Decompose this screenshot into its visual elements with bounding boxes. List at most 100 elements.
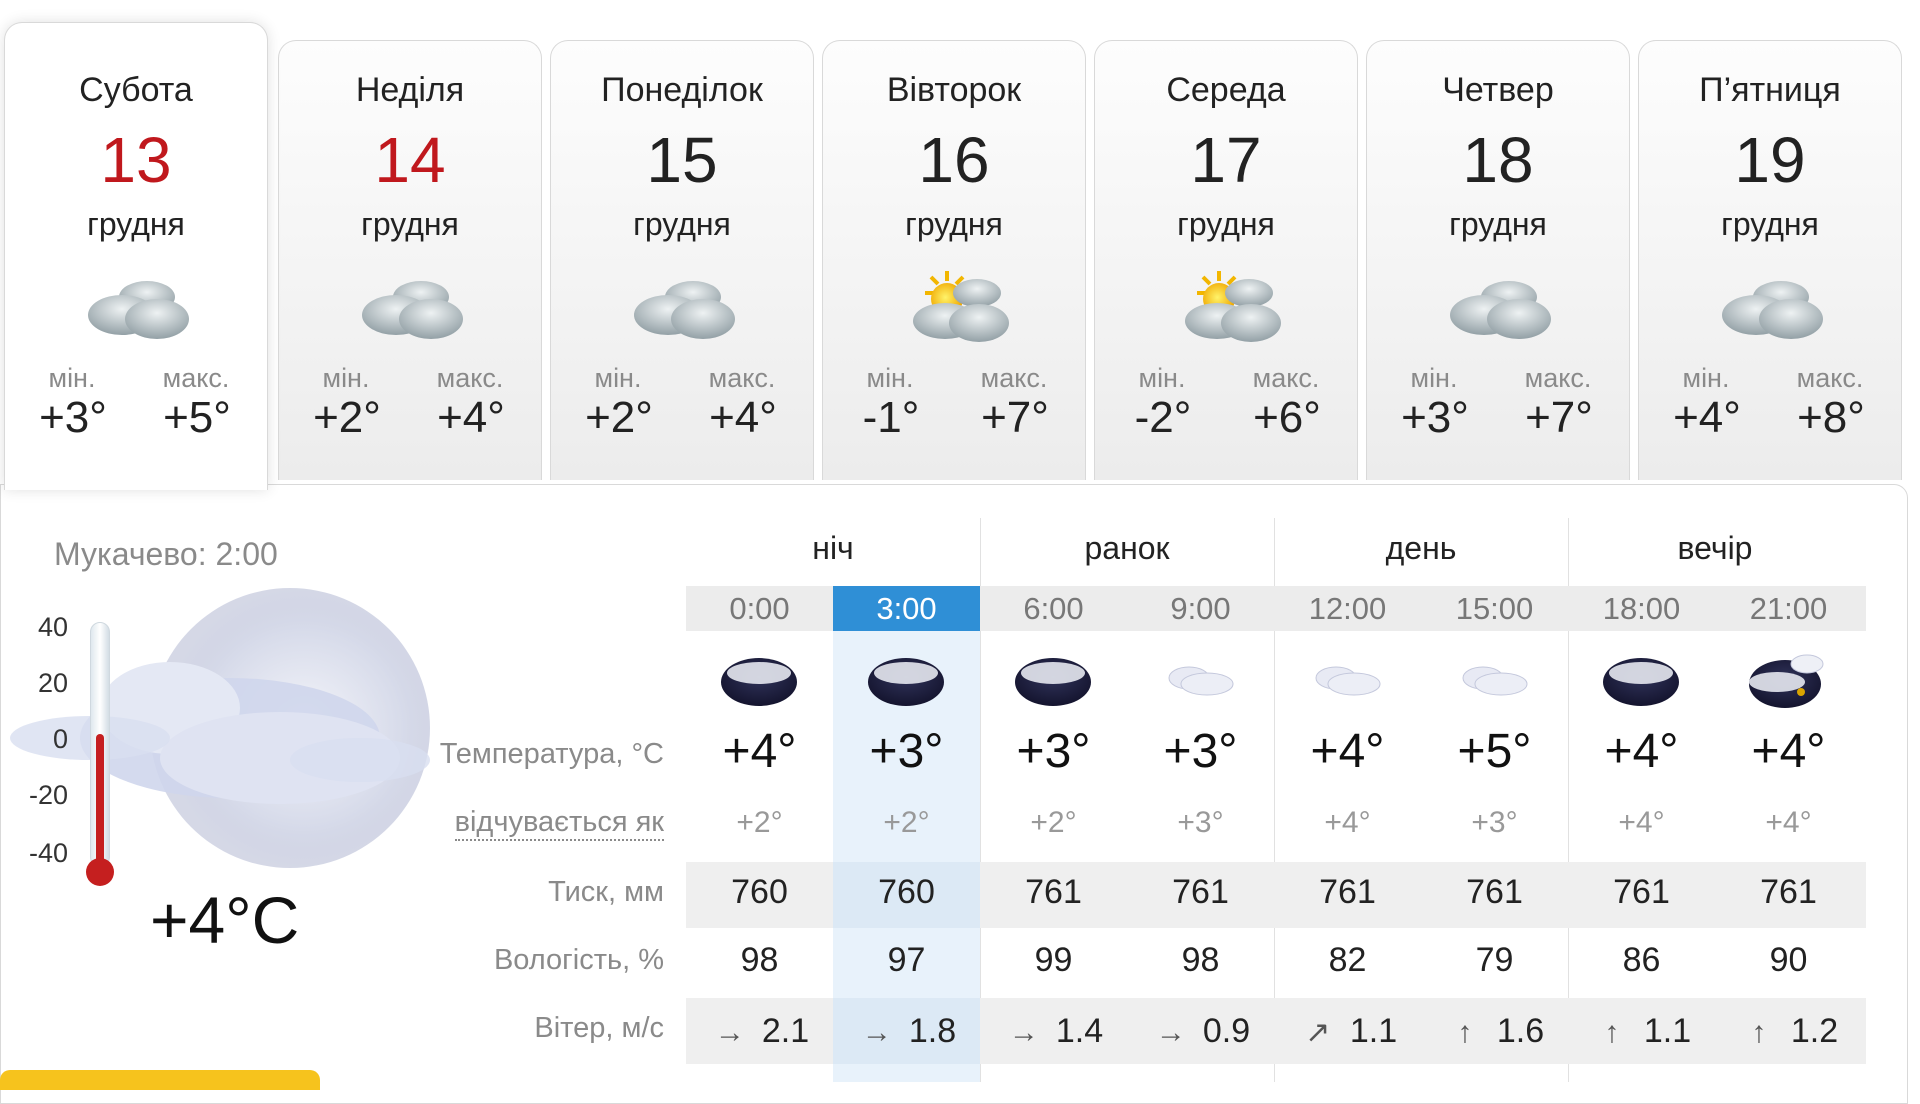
day-month: грудня	[87, 206, 185, 242]
wind-speed: 1.6	[1496, 1012, 1545, 1050]
period-morning: ранок	[1084, 530, 1170, 566]
wind-direction-icon: ↑	[1604, 1016, 1620, 1049]
yellow-tab[interactable]	[0, 1070, 320, 1090]
hour-humidity: 99	[1034, 941, 1073, 979]
day-tab-4[interactable]: Середа 17 грудня мін. макс. -2° +6°	[1094, 40, 1358, 480]
wind-speed: 1.1	[1349, 1012, 1398, 1050]
max-temp: +8°	[1797, 393, 1865, 442]
hour-1-selected[interactable]: 3:00	[833, 586, 980, 631]
day-number: 14	[374, 124, 446, 196]
max-label: макс.	[1252, 363, 1320, 393]
hour-feels-like: +4°	[1765, 806, 1812, 839]
hour-5[interactable]: 15:00	[1421, 586, 1568, 631]
hour-wind: → 0.9	[1127, 1012, 1274, 1051]
wind-direction-icon: →	[714, 1016, 745, 1049]
wind-speed: 0.9	[1202, 1012, 1251, 1050]
min-temp: +4°	[1673, 393, 1741, 442]
day-month: грудня	[905, 206, 1003, 242]
hour-pressure: 761	[1025, 873, 1082, 911]
period-evening: вечір	[1677, 530, 1753, 566]
day-tab-1[interactable]: Неділя 14 грудня мін. макс. +2° +4°	[278, 40, 542, 480]
hour-humidity: 98	[740, 941, 779, 979]
max-label: макс.	[436, 363, 504, 393]
day-tab-0[interactable]: Субота 13 грудня мін. макс. +3° +5°	[4, 22, 268, 490]
night-cloudy-icon	[1015, 658, 1091, 706]
cloudy-icon	[88, 281, 189, 339]
hour-temp: +4°	[1310, 725, 1385, 778]
max-label: макс.	[1796, 363, 1864, 393]
day-number: 13	[100, 124, 172, 196]
cloudy-icon	[1722, 281, 1823, 339]
hour-feels-like: +4°	[1618, 806, 1665, 839]
min-label: мін.	[322, 363, 370, 393]
period-day: день	[1385, 530, 1457, 566]
day-number: 15	[646, 124, 718, 196]
hour-pressure: 761	[1172, 873, 1229, 911]
wind-direction-icon: ↗	[1305, 1016, 1331, 1049]
min-label: мін.	[1682, 363, 1730, 393]
hour-humidity: 86	[1622, 941, 1661, 979]
hour-0[interactable]: 0:00	[686, 586, 833, 631]
day-number: 16	[918, 124, 990, 196]
day-tab-6[interactable]: П’ятниця 19 грудня мін. макс. +4° +8°	[1638, 40, 1902, 480]
light-cloud-icon	[1462, 666, 1528, 696]
day-tab-3[interactable]: Вівторок 16 грудня мін. макс. -1° +7°	[822, 40, 1086, 480]
wind-direction-icon: ↑	[1457, 1016, 1473, 1049]
day-month: грудня	[361, 206, 459, 242]
day-number: 19	[1734, 124, 1806, 196]
hour-wind: ↑ 1.2	[1715, 1012, 1862, 1051]
wind-direction-icon: →	[861, 1016, 892, 1049]
thermometer-scale-label: 40	[37, 612, 68, 642]
max-label: макс.	[708, 363, 776, 393]
min-temp: +3°	[1401, 393, 1469, 442]
day-number: 17	[1190, 124, 1262, 196]
day-name: Неділя	[355, 71, 465, 109]
hour-6[interactable]: 18:00	[1568, 586, 1715, 631]
hour-7[interactable]: 21:00	[1715, 586, 1862, 631]
day-tab-2[interactable]: Понеділок 15 грудня мін. макс. +2° +4°	[550, 40, 814, 480]
max-temp: +6°	[1253, 393, 1321, 442]
min-label: мін.	[1138, 363, 1186, 393]
thermometer-scale-label: -20	[28, 780, 68, 810]
partly-cloudy-icon	[913, 271, 1009, 342]
temperature-label: Температура, °C	[439, 738, 664, 770]
hour-2[interactable]: 6:00	[980, 586, 1127, 631]
max-temp: +4°	[437, 393, 505, 442]
hour-3[interactable]: 9:00	[1127, 586, 1274, 631]
min-label: мін.	[594, 363, 642, 393]
hour-humidity: 98	[1181, 941, 1220, 979]
hour-temp: +5°	[1457, 725, 1532, 778]
max-label: макс.	[980, 363, 1048, 393]
hour-humidity: 79	[1475, 941, 1514, 979]
max-temp: +7°	[1525, 393, 1593, 442]
hour-wind: ↑ 1.6	[1421, 1012, 1568, 1051]
wind-speed: 1.1	[1643, 1012, 1692, 1050]
min-label: мін.	[866, 363, 914, 393]
day-number: 18	[1462, 124, 1534, 196]
hour-feels-like: +2°	[1030, 806, 1077, 839]
hour-4[interactable]: 12:00	[1274, 586, 1421, 631]
thermometer-level	[96, 734, 104, 866]
min-label: мін.	[48, 363, 96, 393]
max-label: макс.	[1524, 363, 1592, 393]
night-cloudy-icon	[1603, 658, 1679, 706]
cloudy-icon	[1450, 281, 1551, 339]
min-temp: -1°	[862, 393, 920, 442]
cloudy-icon	[634, 281, 735, 339]
thermometer-scale-label: -40	[28, 838, 68, 868]
day-tab-5[interactable]: Четвер 18 грудня мін. макс. +3° +7°	[1366, 40, 1630, 480]
hour-temp: +3°	[869, 725, 944, 778]
night-cloudy-icon	[868, 658, 944, 706]
max-temp: +5°	[163, 393, 231, 442]
thermometer-bulb	[86, 858, 114, 886]
min-temp: -2°	[1134, 393, 1192, 442]
feels-like-label[interactable]: відчувається як	[454, 806, 664, 841]
hour-wind: ↗ 1.1	[1274, 1012, 1421, 1051]
min-label: мін.	[1410, 363, 1458, 393]
hour-pressure: 761	[1319, 873, 1376, 911]
night-cloudy-icon	[721, 658, 797, 706]
thermometer-scale-label: 20	[37, 668, 68, 698]
light-cloud-icon	[1315, 666, 1381, 696]
hour-temp: +4°	[1751, 725, 1826, 778]
hour-pressure: 761	[1760, 873, 1817, 911]
